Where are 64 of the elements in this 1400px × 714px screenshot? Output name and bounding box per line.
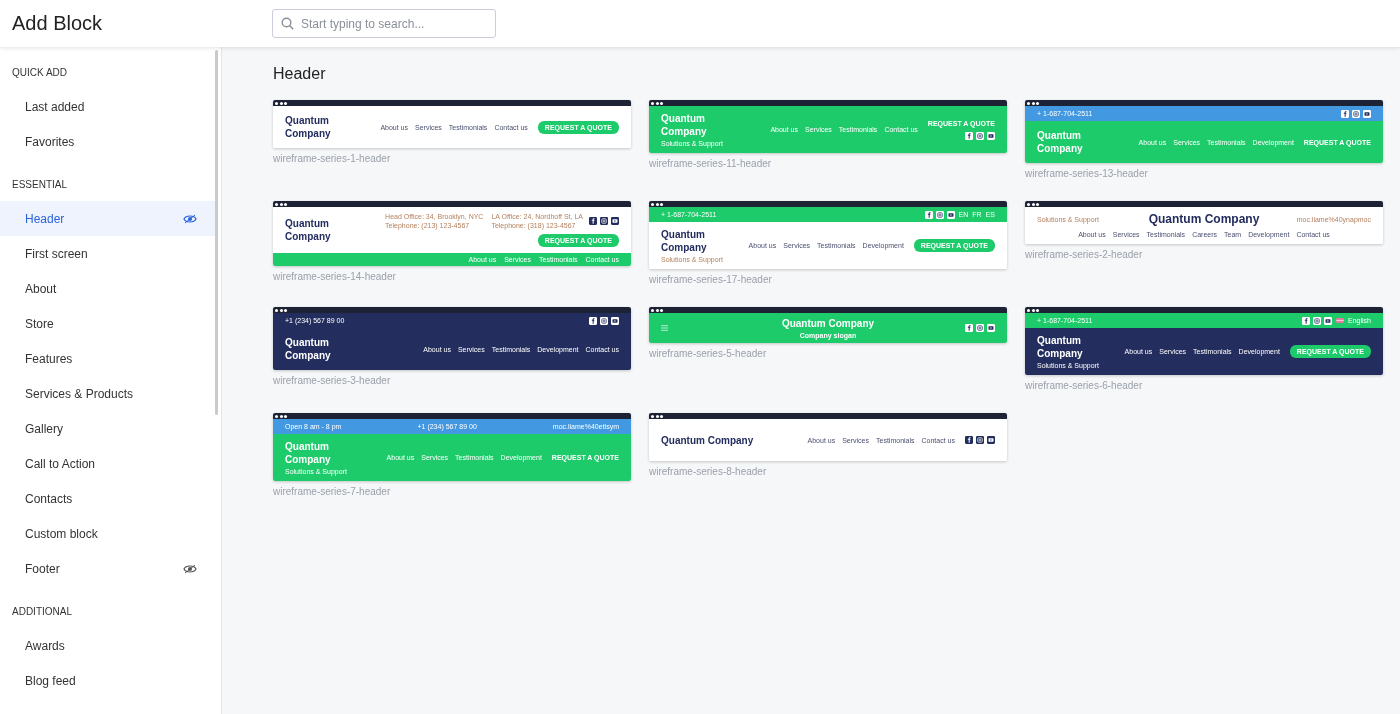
logo-text: Quantum Company bbox=[285, 440, 332, 466]
eye-icon[interactable] bbox=[183, 213, 197, 224]
letter-f-icon[interactable] bbox=[965, 324, 973, 332]
play-icon[interactable] bbox=[946, 210, 955, 219]
block-caption: wireframe-series-11-header bbox=[649, 158, 773, 169]
sidebar-item[interactable]: Last added bbox=[0, 89, 215, 124]
logo-text: Quantum Company bbox=[285, 114, 332, 140]
letter-f-icon[interactable] bbox=[589, 316, 597, 325]
block-caption: wireframe-series-17-header bbox=[649, 274, 773, 285]
block-caption: wireframe-series-1-header bbox=[273, 153, 392, 164]
logo-text: Quantum Company bbox=[661, 433, 754, 447]
search-icon bbox=[281, 17, 294, 30]
play-icon[interactable] bbox=[611, 316, 619, 325]
letter-f-icon[interactable] bbox=[965, 131, 973, 140]
block-caption: wireframe-series-2-header bbox=[1025, 249, 1144, 260]
sidebar-item[interactable]: Features bbox=[0, 341, 215, 376]
sidebar-item[interactable]: Services & Products bbox=[0, 376, 215, 411]
block-caption: wireframe-series-14-header bbox=[273, 271, 397, 282]
page-title: Add Block bbox=[11, 12, 104, 35]
letter-f-icon[interactable] bbox=[965, 436, 973, 444]
sidebar-item[interactable]: Blog feed bbox=[0, 663, 215, 698]
block-caption: wireframe-series-7-header bbox=[273, 486, 392, 497]
sidebar-item[interactable]: About bbox=[0, 271, 215, 306]
logo-text: Quantum Company bbox=[661, 228, 708, 254]
play-icon[interactable] bbox=[987, 436, 995, 444]
play-icon[interactable] bbox=[1324, 316, 1333, 325]
logo-text: Quantum Company bbox=[285, 336, 332, 362]
sidebar-item[interactable]: Awards bbox=[0, 628, 215, 663]
logo-text: Quantum Company bbox=[1148, 213, 1260, 226]
block-caption: wireframe-series-6-header bbox=[1025, 380, 1144, 391]
logo-text: Quantum Company bbox=[1037, 334, 1084, 360]
play-icon[interactable] bbox=[987, 131, 995, 140]
section-title: ESSENTIAL bbox=[11, 178, 69, 192]
section-heading: Header bbox=[273, 65, 327, 83]
sidebar-item[interactable]: Footer bbox=[0, 551, 215, 586]
logo-text: Quantum Company bbox=[781, 317, 875, 330]
sidebar-item[interactable]: Favorites bbox=[0, 124, 215, 159]
sidebar-item[interactable]: Custom block bbox=[0, 516, 215, 551]
eye-icon[interactable] bbox=[183, 563, 197, 574]
sidebar-item[interactable]: First screen bbox=[0, 236, 215, 271]
section-title: ADDITIONAL bbox=[11, 605, 73, 619]
play-icon[interactable] bbox=[611, 217, 619, 225]
letter-f-icon[interactable] bbox=[924, 210, 933, 219]
sidebar-item[interactable]: Store bbox=[0, 306, 215, 341]
block-caption: wireframe-series-3-header bbox=[273, 375, 392, 386]
logo-text: Quantum Company bbox=[285, 217, 332, 243]
play-icon[interactable] bbox=[1363, 109, 1371, 118]
logo-text: Quantum Company bbox=[661, 112, 708, 138]
block-caption: wireframe-series-8-header bbox=[649, 466, 768, 477]
block-caption: wireframe-series-13-header bbox=[1025, 168, 1149, 179]
sidebar-item[interactable]: Call to Action bbox=[0, 446, 215, 481]
sidebar-item[interactable]: Header bbox=[0, 201, 215, 236]
logo-text: Quantum Company bbox=[1037, 129, 1084, 155]
play-icon[interactable] bbox=[987, 324, 995, 332]
sidebar-item[interactable]: Gallery bbox=[0, 411, 215, 446]
scrollbar[interactable] bbox=[215, 50, 218, 415]
camera-icon[interactable] bbox=[600, 316, 608, 325]
search-field[interactable]: Start typing to search... bbox=[272, 9, 496, 38]
letter-f-icon[interactable] bbox=[589, 217, 597, 225]
section-title: QUICK ADD bbox=[11, 66, 68, 80]
block-caption: wireframe-series-5-header bbox=[649, 348, 768, 359]
sidebar-item[interactable]: Contacts bbox=[0, 481, 215, 516]
letter-f-icon[interactable] bbox=[1341, 109, 1349, 118]
letter-f-icon[interactable] bbox=[1302, 316, 1311, 325]
